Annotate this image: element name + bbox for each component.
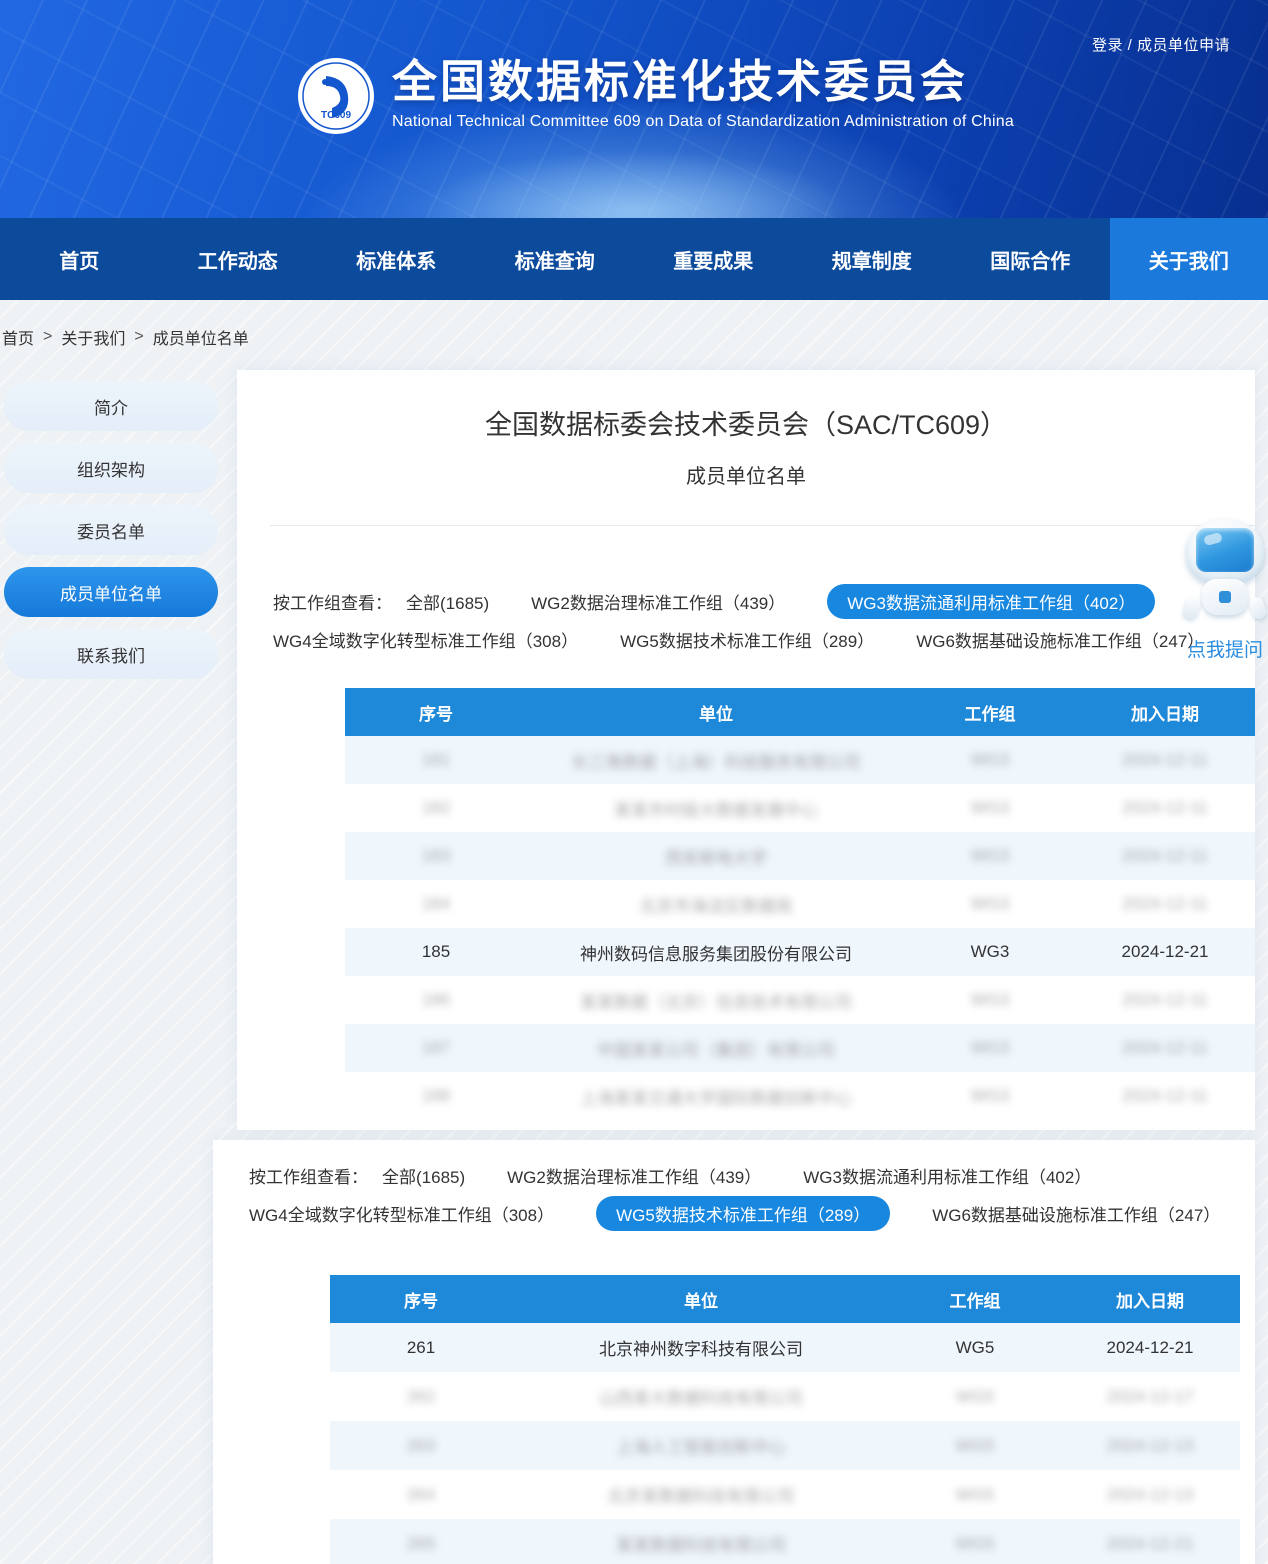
sidebar-item-structure[interactable]: 组织架构 (4, 443, 218, 493)
assistant-robot-icon[interactable] (1183, 519, 1267, 615)
header-group: 工作组 (905, 688, 1075, 736)
breadcrumb-separator: > (43, 328, 52, 346)
table-row: 188 上海某某交通大学国际数据创新中心 WG3 2024-12-11 (345, 1072, 1255, 1120)
filter-wg6[interactable]: WG6数据基础设施标准工作组（247） (916, 622, 1204, 657)
table-row: 181 长三角数据（上海）科技服务有限公司 WG3 2024-12-11 (345, 736, 1255, 784)
site-brand: TC609 全国数据标准化技术委员会 National Technical Co… (296, 56, 1014, 136)
table-row: 263 上海人工智能创新中心 WG5 2024-12-13 (330, 1421, 1240, 1470)
svg-text:TC609: TC609 (321, 110, 351, 121)
filter-wg3[interactable]: WG3数据流通利用标准工作组（402） (803, 1158, 1091, 1193)
table-row: 184 北京市海淀区数据局 WG3 2024-12-11 (345, 880, 1255, 928)
filter-wg2[interactable]: WG2数据治理标准工作组（439） (531, 584, 785, 619)
table-row: 183 西安邮电大学 WG3 2024-12-11 (345, 832, 1255, 880)
page-title: 全国数据标委会技术委员会（SAC/TC609） (237, 403, 1255, 442)
breadcrumb: 首页 > 关于我们 > 成员单位名单 (2, 325, 249, 349)
site-banner: 登录 / 成员单位申请 TC609 全国数据标准化技术委员会 National … (0, 0, 1268, 218)
main-navbar: 首页 工作动态 标准体系 标准查询 重要成果 规章制度 国际合作 关于我们 (0, 218, 1268, 300)
table-row: 265 某某数据科技有限公司 WG5 2024-12-21 (330, 1519, 1240, 1564)
nav-item-about-us[interactable]: 关于我们 (1110, 218, 1268, 300)
page-subtitle: 成员单位名单 (237, 460, 1255, 489)
header-group: 工作组 (890, 1275, 1060, 1323)
nav-item-international[interactable]: 国际合作 (951, 218, 1110, 300)
nav-item-achievements[interactable]: 重要成果 (634, 218, 793, 300)
table-row-185: 185 神州数码信息服务集团股份有限公司 WG3 2024-12-21 (345, 928, 1255, 976)
header-unit: 单位 (527, 688, 905, 736)
filter-wg3-selected[interactable]: WG3数据流通利用标准工作组（402） (827, 584, 1155, 619)
workgroup-filter-top: 按工作组查看： 全部(1685) WG2数据治理标准工作组（439） WG3数据… (273, 582, 1245, 658)
tc609-logo-icon: TC609 (296, 56, 376, 136)
filter-label: 按工作组查看： (249, 1163, 368, 1188)
table-row: 187 中国某某公司（集团）有限公司 WG3 2024-12-11 (345, 1024, 1255, 1072)
breadcrumb-about[interactable]: 关于我们 (61, 325, 125, 349)
site-title: 全国数据标准化技术委员会 (392, 56, 1014, 108)
filter-wg5-selected[interactable]: WG5数据技术标准工作组（289） (596, 1196, 890, 1231)
ask-me-button[interactable]: 点我提问 (1178, 635, 1268, 662)
table-row: 186 某某数据（北京）信息技术有限公司 WG3 2024-12-11 (345, 976, 1255, 1024)
table-row: 182 某某市村级大数据发展中心 WG3 2024-12-11 (345, 784, 1255, 832)
nav-item-home[interactable]: 首页 (0, 218, 159, 300)
brand-text: 全国数据标准化技术委员会 National Technical Committe… (392, 56, 1014, 131)
header-unit: 单位 (512, 1275, 890, 1323)
nav-item-regulations[interactable]: 规章制度 (793, 218, 952, 300)
filter-wg2[interactable]: WG2数据治理标准工作组（439） (507, 1158, 761, 1193)
nav-item-standard-system[interactable]: 标准体系 (317, 218, 476, 300)
nav-item-standard-query[interactable]: 标准查询 (476, 218, 635, 300)
filter-label: 按工作组查看： (273, 589, 392, 614)
table-row: 264 北京某数据科技有限公司 WG5 2024-12-13 (330, 1470, 1240, 1519)
site-subtitle-en: National Technical Committee 609 on Data… (392, 113, 1014, 131)
filter-wg5[interactable]: WG5数据技术标准工作组（289） (620, 622, 874, 657)
breadcrumb-home[interactable]: 首页 (2, 325, 34, 349)
divider (270, 525, 1255, 526)
sidebar-item-contact[interactable]: 联系我们 (4, 629, 218, 679)
nav-item-work-news[interactable]: 工作动态 (159, 218, 318, 300)
filter-wg6[interactable]: WG6数据基础设施标准工作组（247） (932, 1196, 1220, 1231)
filter-wg4[interactable]: WG4全域数字化转型标准工作组（308） (249, 1196, 554, 1231)
breadcrumb-separator: > (134, 328, 143, 346)
member-list-panel: 全国数据标委会技术委员会（SAC/TC609） 成员单位名单 按工作组查看： 全… (237, 370, 1255, 1130)
banner-glow-decoration (420, 150, 850, 218)
member-list-panel-2: 按工作组查看： 全部(1685) WG2数据治理标准工作组（439） WG3数据… (213, 1140, 1255, 1564)
login-apply-links[interactable]: 登录 / 成员单位申请 (1092, 34, 1230, 55)
table-row-261: 261 北京神州数字科技有限公司 WG5 2024-12-21 (330, 1323, 1240, 1372)
header-date: 加入日期 (1060, 1275, 1240, 1323)
sidebar-item-committee-list[interactable]: 委员名单 (4, 505, 218, 555)
filter-all[interactable]: 全部(1685) (406, 584, 489, 619)
table-header-row: 序号 单位 工作组 加入日期 (345, 688, 1255, 736)
workgroup-filter-bottom: 按工作组查看： 全部(1685) WG2数据治理标准工作组（439） WG3数据… (249, 1156, 1245, 1232)
filter-all[interactable]: 全部(1685) (382, 1158, 465, 1193)
member-table-wg3: 序号 单位 工作组 加入日期 181 长三角数据（上海）科技服务有限公司 WG3… (345, 688, 1255, 1120)
sidebar-item-member-units[interactable]: 成员单位名单 (4, 567, 218, 617)
header-seq: 序号 (345, 688, 527, 736)
sidebar-item-intro[interactable]: 简介 (4, 381, 218, 431)
member-table-wg5: 序号 单位 工作组 加入日期 261 北京神州数字科技有限公司 WG5 2024… (330, 1275, 1240, 1564)
sidebar-menu: 简介 组织架构 委员名单 成员单位名单 联系我们 (4, 381, 218, 691)
breadcrumb-member-list: 成员单位名单 (153, 325, 249, 349)
table-row: 262 山西某大数据科技有限公司 WG5 2024-12-17 (330, 1372, 1240, 1421)
filter-wg4[interactable]: WG4全域数字化转型标准工作组（308） (273, 622, 578, 657)
header-date: 加入日期 (1075, 688, 1255, 736)
robot-face (1196, 528, 1254, 572)
table-header-row: 序号 单位 工作组 加入日期 (330, 1275, 1240, 1323)
header-seq: 序号 (330, 1275, 512, 1323)
